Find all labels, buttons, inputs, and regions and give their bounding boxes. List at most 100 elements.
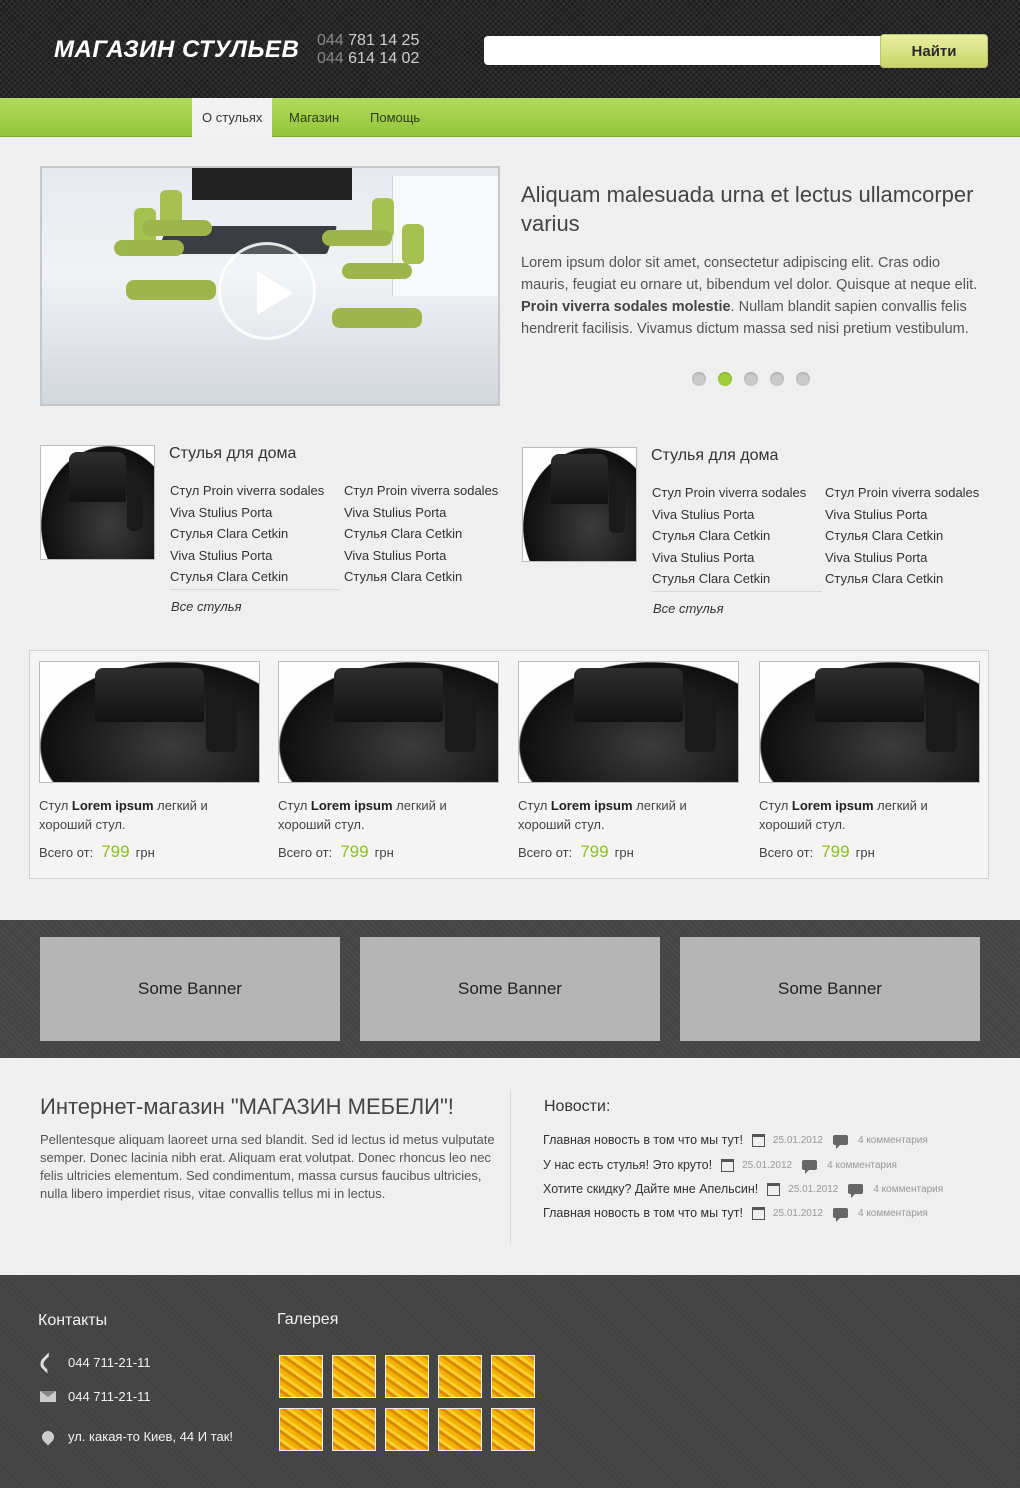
category-block: Стулья для дома Стул Proin viverra sodal… <box>522 447 982 627</box>
category-link[interactable]: Стулья Clara Cetkin <box>825 525 979 547</box>
footer-address: ул. какая-то Киев, 44 И так! <box>39 1428 233 1445</box>
news-link[interactable]: Главная новость в том что мы тут! <box>543 1133 743 1147</box>
category-link[interactable]: Viva Stulius Porta <box>170 545 324 567</box>
all-chairs-link[interactable]: Все стулья <box>171 599 242 614</box>
gallery-thumbnail[interactable] <box>385 1355 429 1398</box>
category-link[interactable]: Стул Proin viverra sodales <box>170 480 324 502</box>
nav-item-about[interactable]: О стульях <box>192 98 273 137</box>
product-price: Всего от: 799 грн <box>518 842 634 861</box>
nav-item-shop[interactable]: Магазин <box>279 98 349 137</box>
category-link[interactable]: Стулья Clara Cetkin <box>344 523 498 545</box>
product-description: Стул Lorem ipsum легкий и хороший стул. <box>518 798 687 832</box>
news-link[interactable]: Главная новость в том что мы тут! <box>543 1206 743 1220</box>
site-logo[interactable]: МАГАЗИН СТУЛЬЕВ <box>54 36 299 64</box>
gallery-thumbnail[interactable] <box>491 1355 535 1398</box>
news-item: У нас есть стулья! Это круто! 25.01.2012… <box>543 1158 897 1174</box>
slider-dot[interactable] <box>770 372 784 386</box>
search-button[interactable]: Найти <box>880 34 988 68</box>
divider <box>170 589 340 590</box>
slider-dot-active[interactable] <box>718 372 732 386</box>
category-link[interactable]: Стул Proin viverra sodales <box>652 482 806 504</box>
about-text: Pellentesque aliquam laoreet urna sed bl… <box>40 1132 495 1201</box>
category-link[interactable]: Viva Stulius Porta <box>652 504 806 526</box>
category-link[interactable]: Viva Stulius Porta <box>825 504 979 526</box>
slider-dots <box>692 372 810 386</box>
category-link[interactable]: Viva Stulius Porta <box>652 547 806 569</box>
category-thumbnail[interactable] <box>40 445 155 560</box>
category-link[interactable]: Стулья Clara Cetkin <box>344 566 498 588</box>
category-list: Стул Proin viverra sodales Viva Stulius … <box>825 482 979 590</box>
category-link[interactable]: Стул Proin viverra sodales <box>825 482 979 504</box>
news-link[interactable]: У нас есть стулья! Это круто! <box>543 1158 712 1172</box>
news-comments[interactable]: 4 комментария <box>858 1208 928 1219</box>
slider-dot[interactable] <box>744 372 758 386</box>
slider-image[interactable] <box>40 166 500 406</box>
category-link[interactable]: Viva Stulius Porta <box>825 547 979 569</box>
category-title[interactable]: Стулья для дома <box>651 447 778 465</box>
all-chairs-link[interactable]: Все стулья <box>653 601 724 616</box>
play-icon[interactable] <box>218 242 316 340</box>
news-item: Главная новость в том что мы тут! 25.01.… <box>543 1133 928 1149</box>
product-price: Всего от: 799 грн <box>39 842 155 861</box>
banner[interactable]: Some Banner <box>40 937 340 1041</box>
footer-email: 044 711-21-11 <box>40 1389 151 1404</box>
gallery-thumbnail[interactable] <box>438 1408 482 1451</box>
category-link[interactable]: Стулья Clara Cetkin <box>170 523 324 545</box>
calendar-icon <box>751 1206 765 1220</box>
product-description: Стул Lorem ipsum легкий и хороший стул. <box>39 798 208 832</box>
header-phones: 044 781 14 25 044 614 14 02 <box>317 32 419 68</box>
product-image[interactable] <box>39 661 260 783</box>
product-image[interactable] <box>518 661 739 783</box>
gallery-thumbnail[interactable] <box>385 1408 429 1451</box>
category-link[interactable]: Стул Proin viverra sodales <box>344 480 498 502</box>
slider-dot[interactable] <box>796 372 810 386</box>
category-block: Стулья для дома Стул Proin viverra sodal… <box>40 445 500 625</box>
category-link[interactable]: Стулья Clara Cetkin <box>825 568 979 590</box>
slider-dot[interactable] <box>692 372 706 386</box>
product-price: Всего от: 799 грн <box>278 842 394 861</box>
gallery-thumbnail[interactable] <box>279 1355 323 1398</box>
product-image[interactable] <box>278 661 499 783</box>
news-comments[interactable]: 4 комментария <box>858 1135 928 1146</box>
news-date: 25.01.2012 <box>788 1183 839 1195</box>
gallery-thumbnail[interactable] <box>279 1408 323 1451</box>
product-description: Стул Lorem ipsum легкий и хороший стул. <box>759 798 928 832</box>
news-comments[interactable]: 4 комментария <box>827 1160 897 1171</box>
news-comments[interactable]: 4 комментария <box>873 1184 943 1195</box>
gallery-thumbnail[interactable] <box>332 1408 376 1451</box>
search-input[interactable] <box>484 36 884 65</box>
footer-phone: 044 711-21-11 <box>37 1351 151 1374</box>
news-date: 25.01.2012 <box>742 1159 793 1171</box>
gallery-thumbnail[interactable] <box>332 1355 376 1398</box>
main-nav: О стульях Магазин Помощь <box>0 98 1020 137</box>
calendar-icon <box>767 1182 781 1196</box>
comment-icon <box>832 1135 848 1149</box>
category-link[interactable]: Viva Stulius Porta <box>344 502 498 524</box>
banner[interactable]: Some Banner <box>680 937 980 1041</box>
category-link[interactable]: Стулья Clara Cetkin <box>170 566 324 588</box>
gallery-thumbnail[interactable] <box>438 1355 482 1398</box>
location-icon <box>39 1428 57 1445</box>
category-list: Стул Proin viverra sodales Viva Stulius … <box>170 480 324 588</box>
news-item: Хотите скидку? Дайте мне Апельсин! 25.01… <box>543 1182 943 1198</box>
news-item: Главная новость в том что мы тут! 25.01.… <box>543 1206 928 1222</box>
product-image[interactable] <box>759 661 980 783</box>
category-link[interactable]: Стулья Clara Cetkin <box>652 525 806 547</box>
category-link[interactable]: Viva Stulius Porta <box>170 502 324 524</box>
category-link[interactable]: Стулья Clara Cetkin <box>652 568 806 590</box>
banner[interactable]: Some Banner <box>360 937 660 1041</box>
header: МАГАЗИН СТУЛЬЕВ 044 781 14 25 044 614 14… <box>0 0 1020 98</box>
phone-icon <box>37 1351 59 1374</box>
gallery-thumbnail[interactable] <box>491 1408 535 1451</box>
nav-item-help[interactable]: Помощь <box>360 98 430 137</box>
phone-line-2: 044 614 14 02 <box>317 50 420 67</box>
category-link[interactable]: Viva Stulius Porta <box>344 545 498 567</box>
comment-icon <box>848 1184 864 1198</box>
category-thumbnail[interactable] <box>522 447 637 562</box>
product-description: Стул Lorem ipsum легкий и хороший стул. <box>278 798 447 832</box>
category-title[interactable]: Стулья для дома <box>169 445 296 463</box>
news-date: 25.01.2012 <box>772 1207 823 1219</box>
news-link[interactable]: Хотите скидку? Дайте мне Апельсин! <box>543 1182 758 1196</box>
mail-icon <box>40 1391 56 1402</box>
gallery-title: Галерея <box>277 1311 339 1328</box>
